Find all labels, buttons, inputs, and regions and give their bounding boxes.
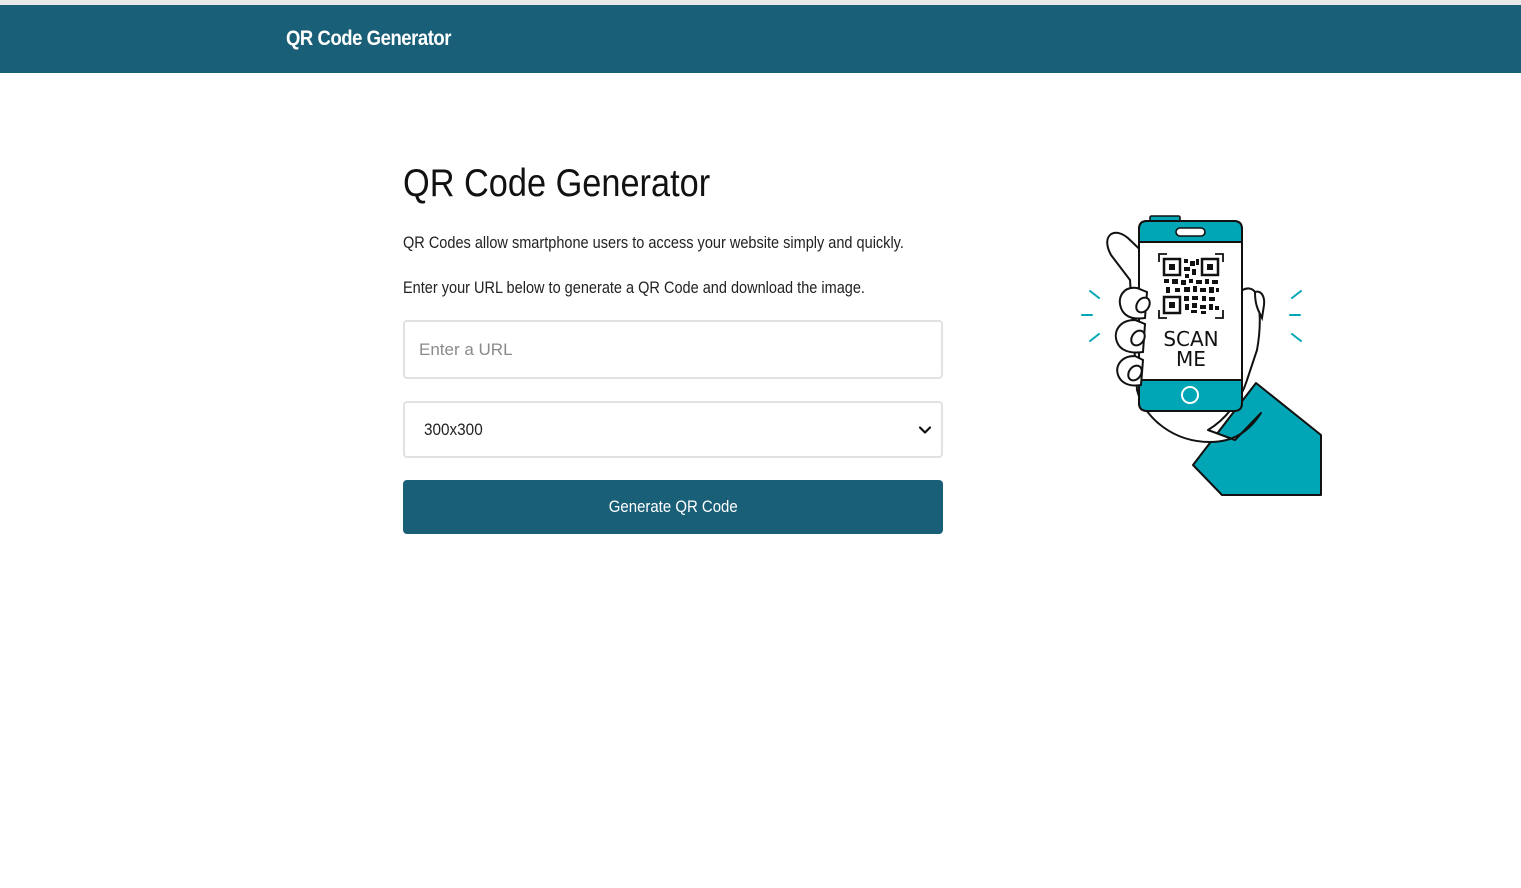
navbar: QR Code Generator — [0, 5, 1521, 73]
phone-scan-illustration: SCAN ME — [1081, 215, 1322, 496]
size-select[interactable]: 300x300 — [403, 401, 943, 458]
size-select-value: 300x300 — [424, 420, 483, 439]
description-text: QR Codes allow smartphone users to acces… — [403, 234, 904, 252]
sparkle-left-icon — [1081, 290, 1100, 342]
sparkle-right-icon — [1289, 290, 1302, 342]
page-title: QR Code Generator — [403, 162, 711, 205]
phone-home-button — [1181, 386, 1199, 404]
generate-qr-button[interactable]: Generate QR Code — [403, 480, 943, 534]
instruction-text: Enter your URL below to generate a QR Co… — [403, 279, 865, 297]
phone-speaker — [1175, 227, 1206, 237]
me-text: ME — [1176, 347, 1206, 371]
generate-qr-button-label: Generate QR Code — [608, 497, 738, 516]
chevron-down-icon — [918, 426, 932, 434]
navbar-brand[interactable]: QR Code Generator — [286, 27, 451, 51]
url-input[interactable] — [403, 320, 943, 379]
